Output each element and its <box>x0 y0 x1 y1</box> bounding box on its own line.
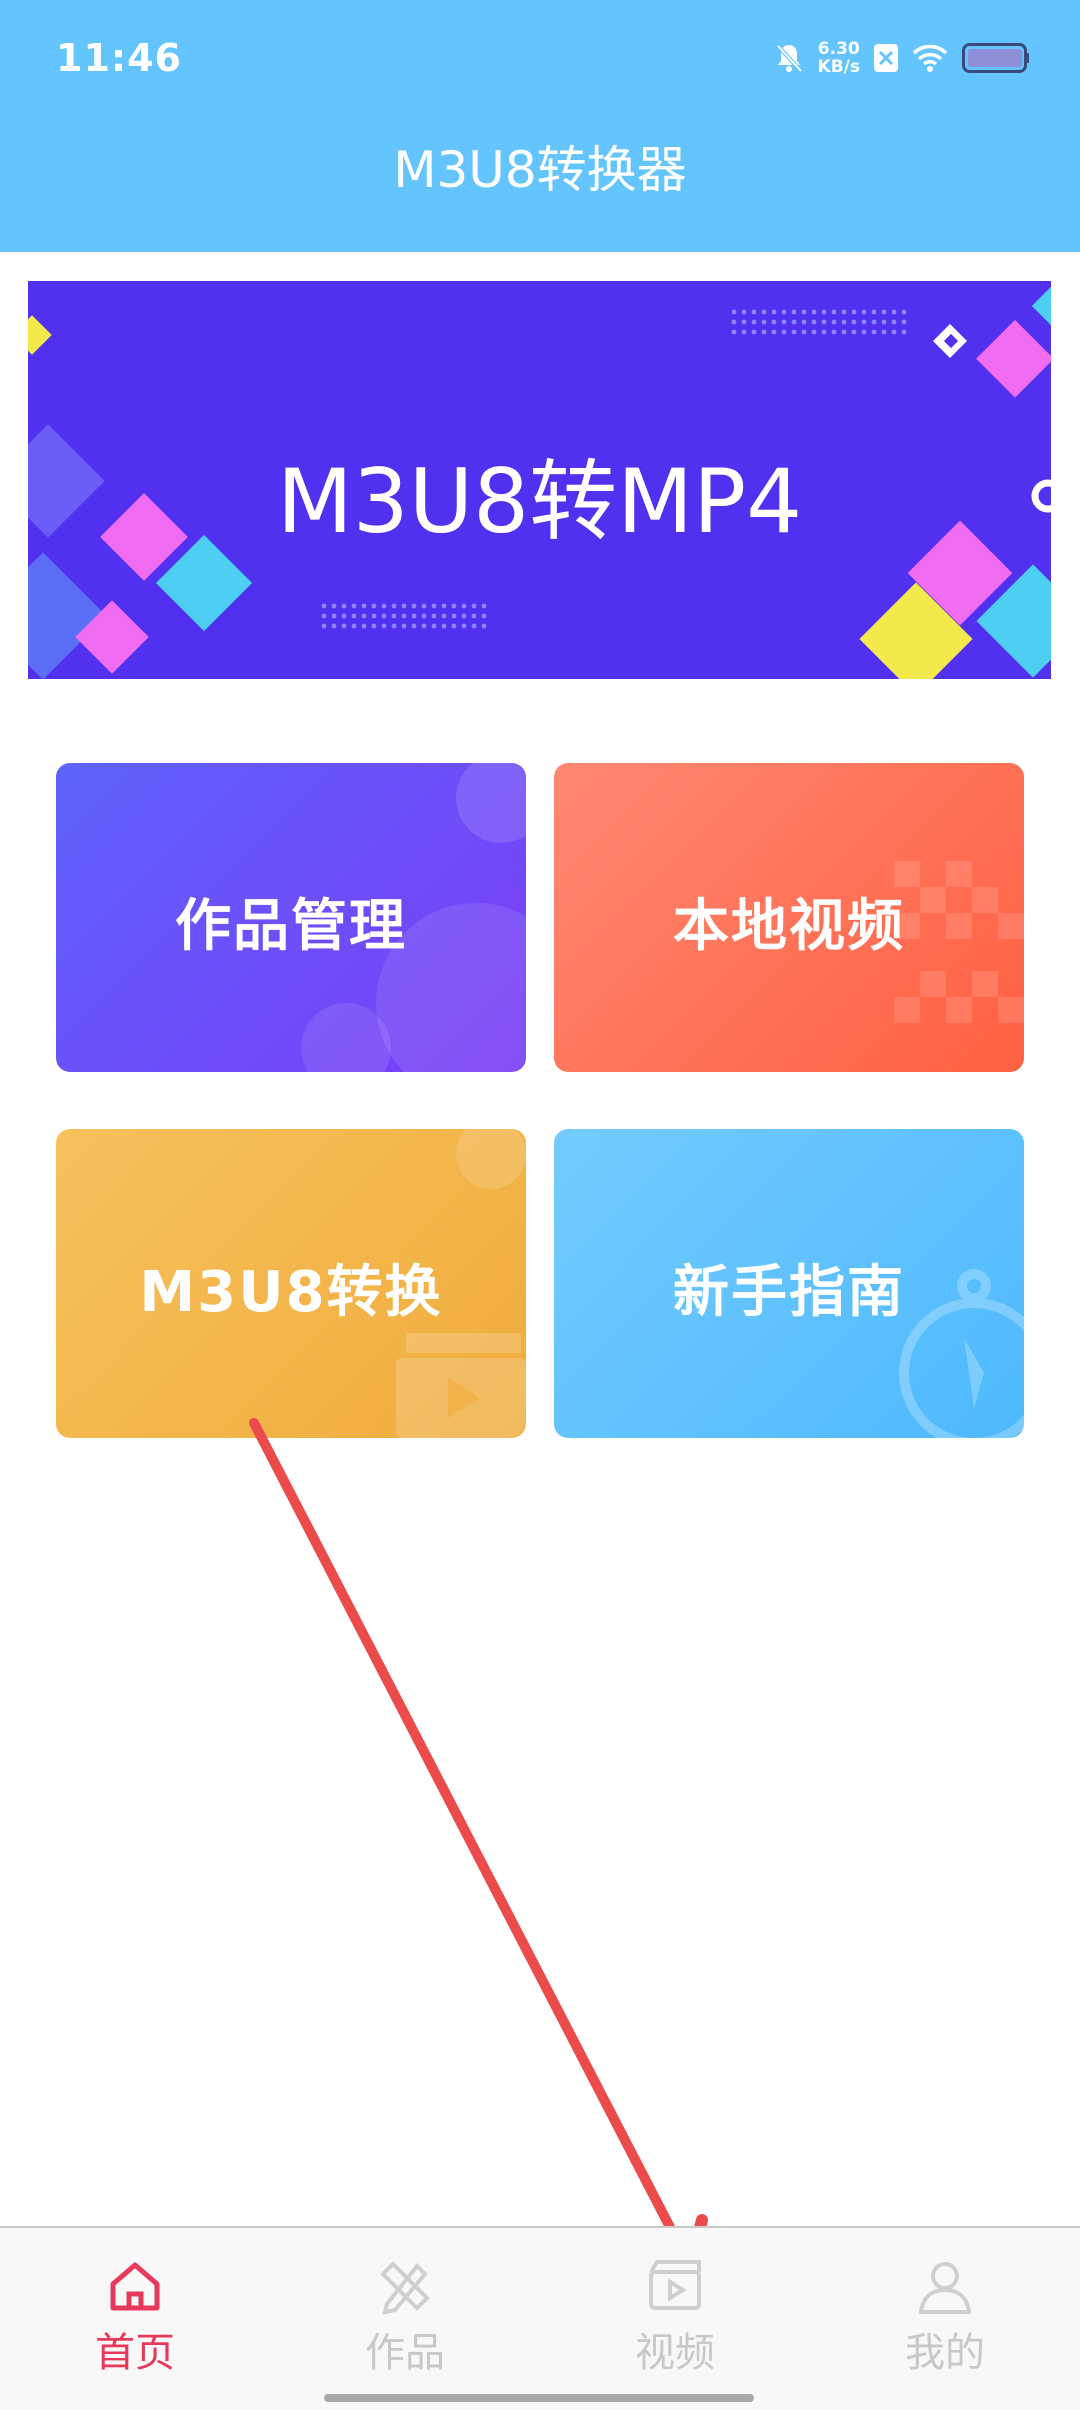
tab-mine[interactable]: 我的 <box>845 2256 1045 2378</box>
tab-label: 我的 <box>905 2330 985 2376</box>
tab-home[interactable]: 首页 <box>35 2256 235 2378</box>
tab-works[interactable]: 作品 <box>305 2256 505 2378</box>
tab-video[interactable]: 视频 <box>575 2256 775 2378</box>
pencil-ruler-icon <box>305 2256 505 2316</box>
tab-label: 作品 <box>365 2330 445 2376</box>
video-icon <box>575 2256 775 2316</box>
tab-label: 视频 <box>635 2330 715 2376</box>
annotation-arrow <box>249 1418 708 2272</box>
bottom-tab-bar: 首页 作品 视频 我的 <box>0 2226 1080 2410</box>
tab-label: 首页 <box>95 2330 175 2376</box>
user-icon <box>845 2256 1045 2316</box>
home-icon <box>35 2256 235 2316</box>
home-indicator[interactable] <box>324 2394 754 2402</box>
